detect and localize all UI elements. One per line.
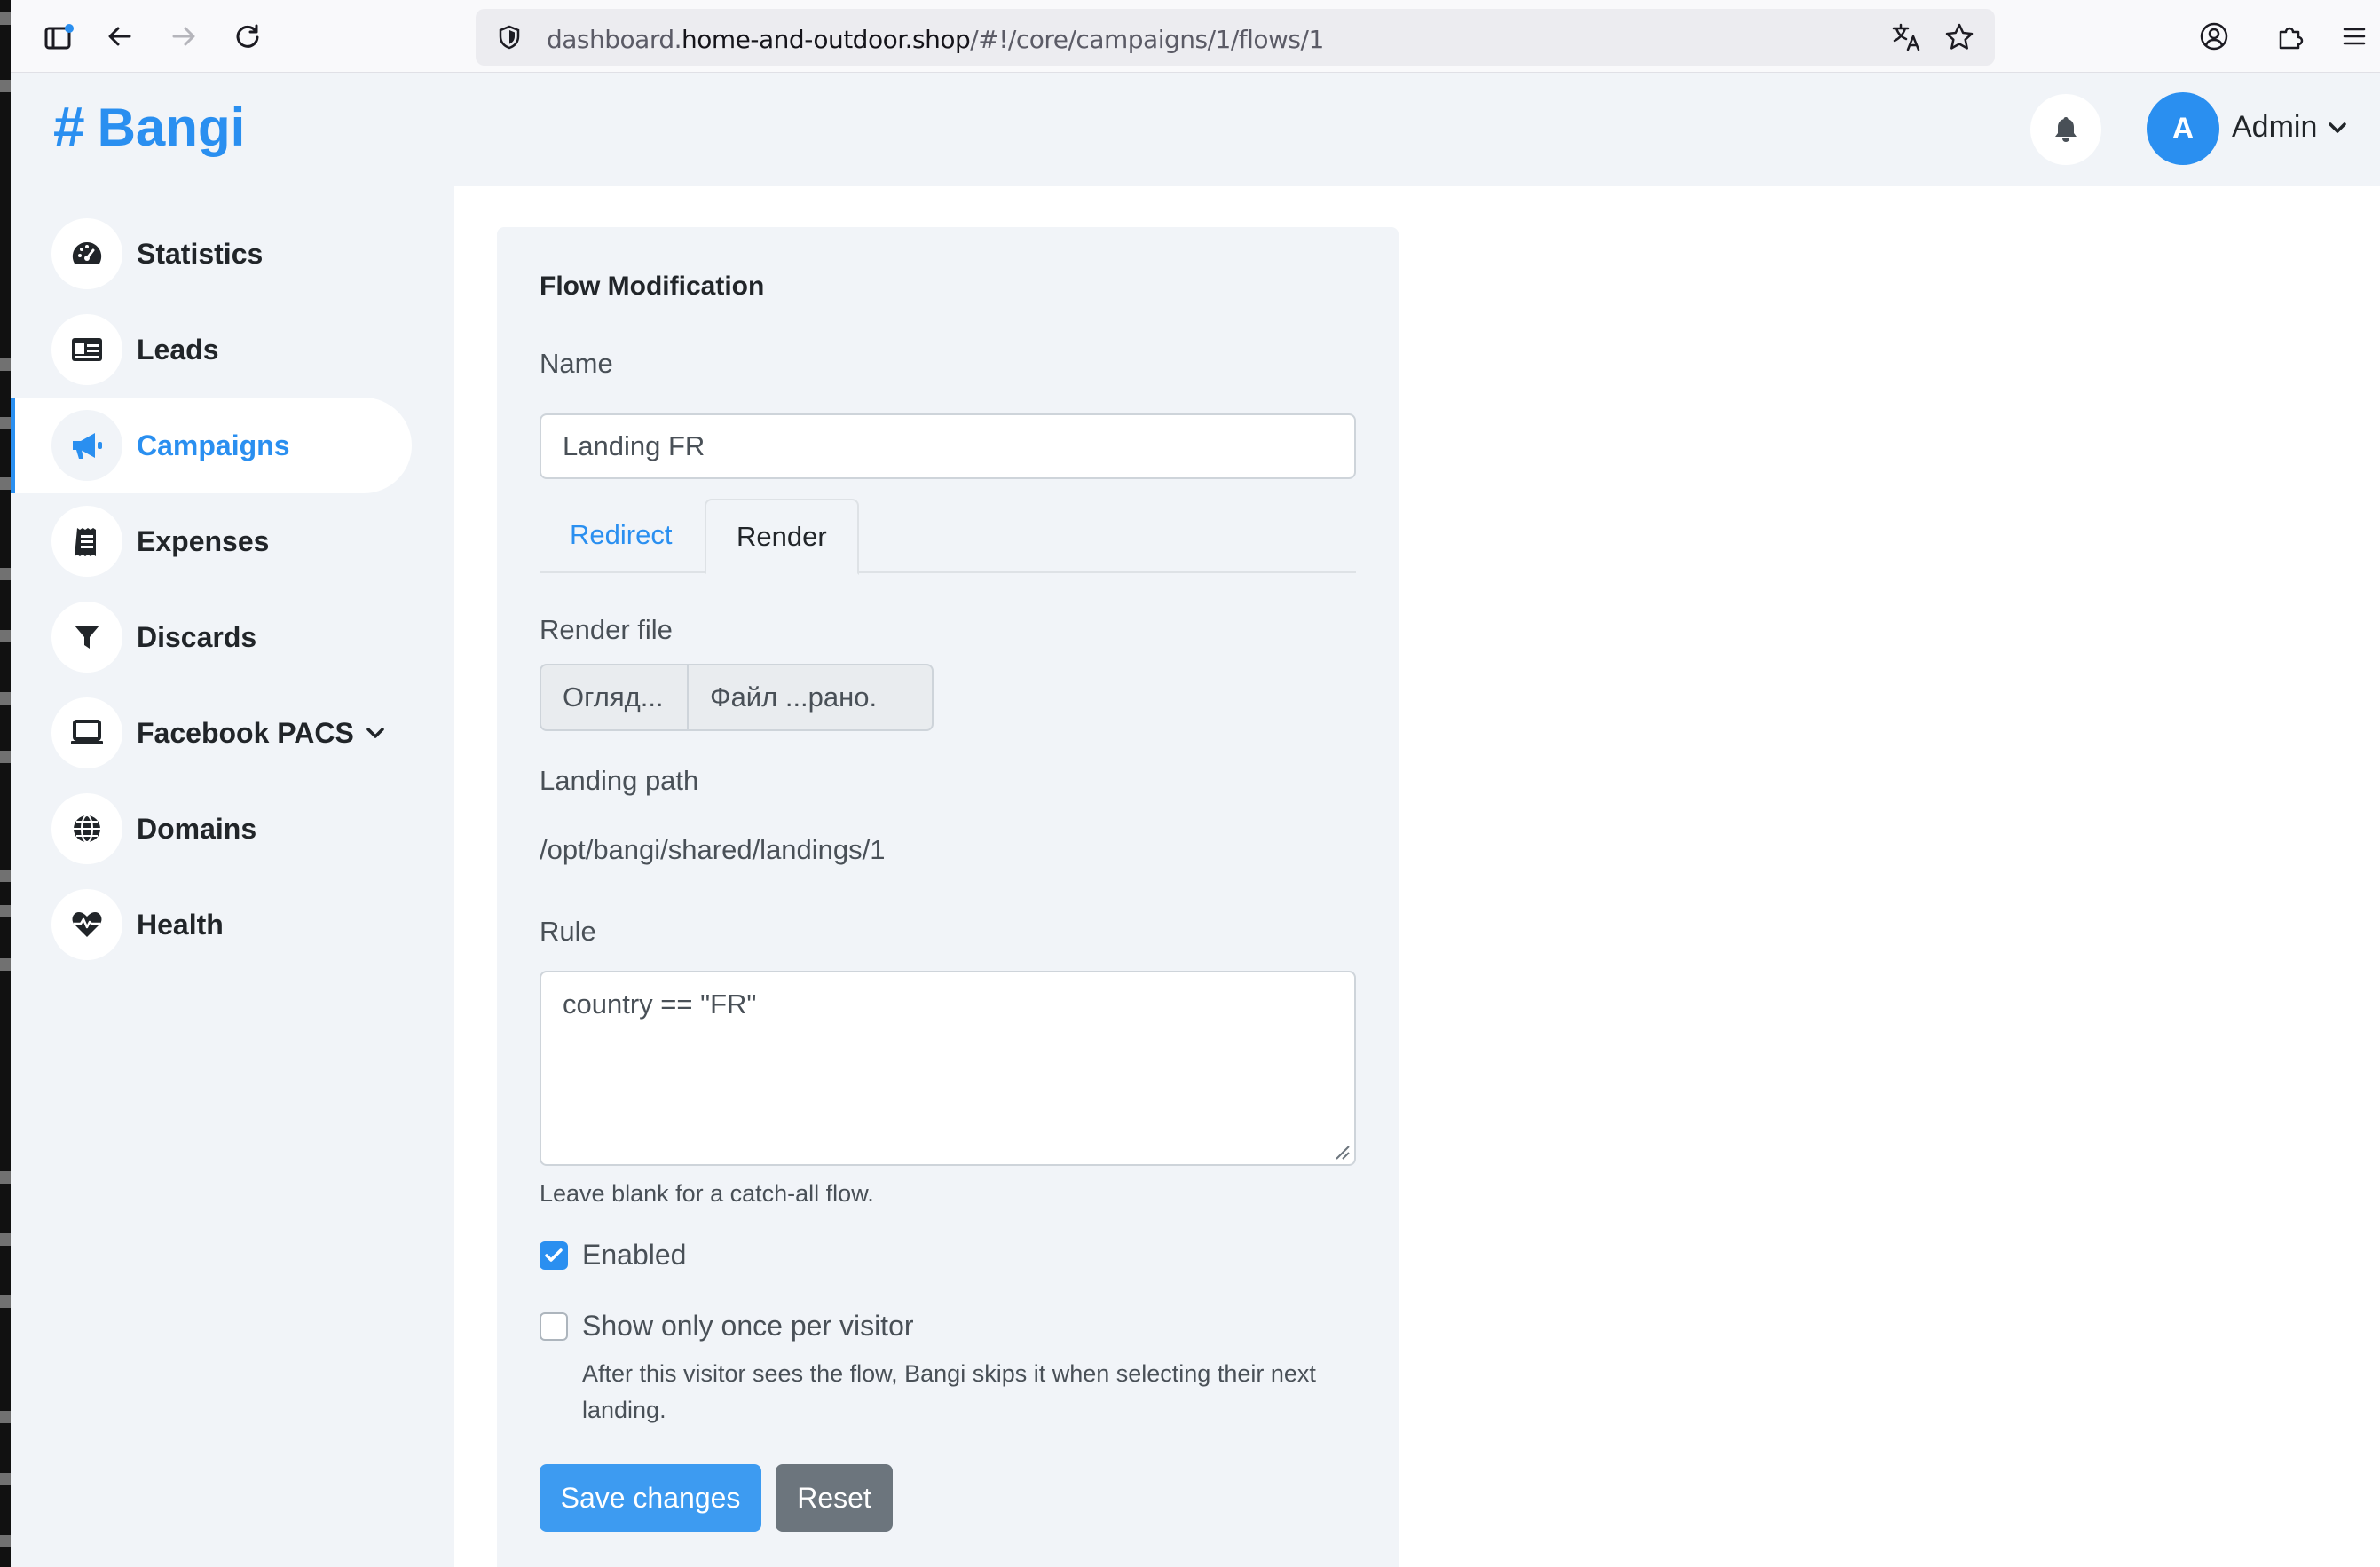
shield-icon[interactable]: [497, 25, 522, 50]
reset-button[interactable]: Reset: [776, 1464, 893, 1532]
browser-toolbar: dashboard.home-and-outdoor.shop/#!/core/…: [11, 0, 2380, 73]
resize-handle-icon[interactable]: [1329, 1139, 1351, 1161]
file-status: Файл ...рано.: [710, 681, 878, 713]
address-bar[interactable]: dashboard.home-and-outdoor.shop/#!/core/…: [476, 9, 1995, 66]
user-name: Admin: [2232, 110, 2318, 144]
sidebar-item-label: Leads: [137, 333, 219, 366]
app: # Bangi A Admin Statistics Leads Campaig…: [11, 73, 2380, 1567]
chevron-down-icon: [2329, 122, 2347, 133]
flow-form-card: Flow Modification Name Landing FR Redire…: [497, 227, 1399, 1567]
name-input[interactable]: Landing FR: [540, 413, 1356, 479]
sidebar-item-leads[interactable]: Leads: [11, 302, 412, 398]
rule-help-text: Leave blank for a catch-all flow.: [540, 1180, 874, 1207]
gauge-icon: [51, 218, 122, 289]
sidebar-item-health[interactable]: Health: [11, 877, 412, 972]
tab-redirect[interactable]: Redirect: [540, 499, 702, 573]
bookmark-star-icon[interactable]: [1943, 21, 1975, 58]
main-content: Flow Modification Name Landing FR Redire…: [454, 186, 2380, 1567]
menu-icon[interactable]: [2336, 18, 2373, 55]
sidebar-item-label: Statistics: [137, 237, 264, 270]
show-once-label[interactable]: Show only once per visitor: [582, 1310, 914, 1343]
show-once-help-text: After this visitor sees the flow, Bangi …: [582, 1360, 1316, 1423]
translate-icon[interactable]: [1890, 21, 1922, 58]
sidebar-item-domains[interactable]: Domains: [11, 781, 412, 877]
receipt-icon: [51, 506, 122, 577]
render-file-label: Render file: [540, 614, 673, 645]
sidebar-item-label: Expenses: [137, 524, 270, 557]
rule-label: Rule: [540, 916, 596, 947]
sidebar-toggle-icon[interactable]: [41, 18, 78, 55]
brand-name: Bangi: [97, 97, 246, 157]
enabled-row: Enabled: [540, 1239, 686, 1272]
sidebar-item-expenses[interactable]: Expenses: [11, 493, 412, 589]
extensions-icon[interactable]: [2272, 18, 2309, 55]
page-title: Flow Modification: [540, 272, 765, 301]
save-button[interactable]: Save changes: [540, 1464, 761, 1532]
mode-tabs: Redirect Render: [540, 499, 1356, 575]
sidebar-item-statistics[interactable]: Statistics: [11, 206, 412, 302]
chevron-down-icon[interactable]: [366, 727, 385, 739]
show-once-checkbox[interactable]: [540, 1311, 568, 1341]
tab-render[interactable]: Render: [705, 499, 859, 575]
brand-logo[interactable]: # Bangi: [53, 94, 245, 160]
rule-value: country == "FR": [563, 988, 757, 1020]
sidebar-item-label: Facebook PACS: [137, 716, 354, 749]
id-card-icon: [51, 314, 122, 385]
landing-path-label: Landing path: [540, 765, 699, 796]
render-file-input[interactable]: Огляд... Файл ...рано.: [540, 664, 934, 731]
laptop-icon: [51, 697, 122, 768]
reload-icon[interactable]: [229, 18, 266, 55]
brand-hash-icon: #: [53, 95, 85, 159]
forward-icon[interactable]: [165, 18, 202, 55]
sidebar-item-campaigns[interactable]: Campaigns: [11, 398, 412, 493]
sidebar-item-label: Discards: [137, 620, 257, 653]
rule-textarea[interactable]: country == "FR": [540, 971, 1356, 1166]
enabled-checkbox[interactable]: [540, 1240, 568, 1270]
avatar[interactable]: A: [2147, 92, 2219, 165]
account-icon[interactable]: [2195, 18, 2233, 55]
sidebar-item-label: Health: [137, 908, 224, 941]
sidebar-item-label: Campaigns: [137, 429, 290, 461]
notifications-bell-icon[interactable]: [2030, 94, 2101, 165]
terminal-edge: [0, 0, 11, 1567]
landing-path-value: /opt/bangi/shared/landings/1: [540, 834, 886, 865]
sidebar-item-label: Domains: [137, 812, 257, 845]
enabled-label[interactable]: Enabled: [582, 1239, 686, 1272]
checkmark-icon: [545, 1248, 563, 1262]
sidebar-item-discards[interactable]: Discards: [11, 589, 412, 685]
sidebar-item-facebook-pacs[interactable]: Facebook PACS: [11, 685, 412, 781]
user-menu[interactable]: Admin: [2232, 110, 2347, 145]
name-label: Name: [540, 348, 613, 379]
filter-icon: [51, 602, 122, 673]
show-once-row: Show only once per visitor: [540, 1310, 914, 1343]
megaphone-icon: [51, 410, 122, 481]
heartbeat-icon: [51, 889, 122, 960]
globe-icon: [51, 793, 122, 864]
browse-button[interactable]: Огляд...: [541, 665, 689, 729]
back-icon[interactable]: [101, 18, 138, 55]
url-text: dashboard.home-and-outdoor.shop/#!/core/…: [547, 25, 1324, 54]
